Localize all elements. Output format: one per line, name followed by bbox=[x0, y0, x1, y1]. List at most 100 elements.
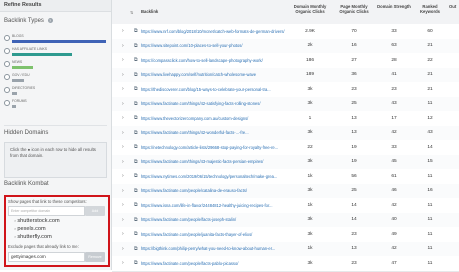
backlink-url[interactable]: https://www.factinate.com/things/42-wond… bbox=[141, 130, 291, 135]
table-row[interactable]: › ⧉ https://bigthink.com/philip-perry/what… bbox=[112, 241, 459, 257]
expand-row-icon[interactable]: › bbox=[122, 231, 124, 237]
exclude-domain-input[interactable]: gettyimages.com bbox=[8, 252, 85, 262]
expand-row-icon[interactable]: › bbox=[122, 144, 124, 150]
backlink-url[interactable]: https://bigthink.com/philip-perry/what-y… bbox=[141, 246, 291, 251]
expand-row-icon[interactable]: › bbox=[122, 246, 124, 252]
table-row[interactable]: › ⧉ https://www.factinate.com/people/catal… bbox=[112, 183, 459, 199]
backlink-url[interactable]: https://netechnology.com/article-lists/2… bbox=[141, 145, 291, 150]
header-outbound[interactable]: Out bbox=[449, 4, 459, 9]
table-row[interactable]: › ⧉ https://www.thevectorizercompany.com.a… bbox=[112, 111, 459, 127]
add-competitor-button[interactable]: Add bbox=[85, 206, 105, 216]
table-row[interactable]: › ⧉ https://www.factinate.com/people/facts… bbox=[112, 212, 459, 228]
domain-monthly-clicks: 189 bbox=[305, 72, 314, 77]
external-link-icon[interactable]: ⧉ bbox=[134, 144, 138, 150]
external-link-icon[interactable]: ⧉ bbox=[134, 57, 138, 63]
page-monthly-clicks: 13 bbox=[351, 246, 357, 251]
header-backlink[interactable]: Backlink bbox=[141, 9, 201, 14]
expand-row-icon[interactable]: › bbox=[122, 130, 124, 136]
table-row[interactable]: › ⧉ https://www.nytimes.com/2019/06/15/tec… bbox=[112, 169, 459, 185]
ranked-keywords: 11 bbox=[427, 173, 433, 179]
remove-competitor-icon[interactable]: × bbox=[14, 234, 16, 239]
radio-icon[interactable] bbox=[4, 87, 10, 93]
external-link-icon[interactable]: ⧉ bbox=[134, 130, 138, 136]
radio-icon[interactable] bbox=[4, 74, 10, 80]
backlink-type-option[interactable]: DIRECTORIES bbox=[4, 86, 108, 99]
header-domain-strength[interactable]: Domain Strength bbox=[376, 4, 412, 9]
expand-row-icon[interactable]: › bbox=[122, 173, 124, 179]
external-link-icon[interactable]: ⧉ bbox=[134, 188, 138, 194]
backlink-url[interactable]: https://www.isna.com/life-in-flavor/2448… bbox=[141, 203, 291, 208]
table-row[interactable]: › ⧉ https://www.factinate.com/things/42-wo… bbox=[112, 125, 459, 141]
external-link-icon[interactable]: ⧉ bbox=[134, 159, 138, 165]
table-row[interactable]: › ⧉ https://www.factinate.com/people/juani… bbox=[112, 227, 459, 243]
radio-icon[interactable] bbox=[4, 35, 10, 41]
backlink-url[interactable]: https://www.factinate.com/people/facts-j… bbox=[141, 217, 291, 222]
backlink-url[interactable]: https://www.livehappy.com/self/nutrition… bbox=[141, 72, 291, 77]
table-row[interactable]: › ⧉ https://www.sitepoint.com/10-places-to… bbox=[112, 38, 459, 54]
backlink-url[interactable]: https://www.nrf.com/blog/2018/10/mcnet/c… bbox=[141, 29, 291, 34]
remove-competitor-icon[interactable]: × bbox=[14, 218, 16, 223]
backlink-url[interactable]: https://www.factinate.com/things/43-maje… bbox=[141, 159, 291, 164]
table-row[interactable]: › ⧉ https://www.factinate.com/things/43-ma… bbox=[112, 154, 459, 170]
backlink-url[interactable]: https://www.sitepoint.com/10-places-to-s… bbox=[141, 43, 291, 48]
backlink-type-option[interactable]: FORUMS bbox=[4, 99, 108, 112]
external-link-icon[interactable]: ⧉ bbox=[134, 115, 138, 121]
expand-row-icon[interactable]: › bbox=[122, 57, 124, 63]
external-link-icon[interactable]: ⧉ bbox=[134, 43, 138, 49]
external-link-icon[interactable]: ⧉ bbox=[134, 86, 138, 92]
help-icon[interactable]: ? bbox=[47, 18, 53, 23]
table-row[interactable]: › ⧉ https://www.factinate.com/people/facts… bbox=[112, 256, 459, 272]
radio-icon[interactable] bbox=[4, 100, 10, 106]
expand-row-icon[interactable]: › bbox=[122, 188, 124, 194]
backlink-url[interactable]: https://www.factinate.com/people/catalin… bbox=[141, 188, 291, 193]
backlink-url[interactable]: https://www.nytimes.com/2019/06/15/techn… bbox=[141, 174, 291, 179]
domain-strength: 46 bbox=[391, 188, 397, 193]
external-link-icon[interactable]: ⧉ bbox=[134, 260, 138, 266]
expand-row-icon[interactable]: › bbox=[122, 72, 124, 78]
backlink-type-option[interactable]: HAS AFFILIATE LINKS bbox=[4, 47, 108, 60]
expand-row-icon[interactable]: › bbox=[122, 43, 124, 49]
external-link-icon[interactable]: ⧉ bbox=[134, 217, 138, 223]
header-ranked-keywords[interactable]: Ranked Keywords bbox=[412, 4, 448, 14]
external-link-icon[interactable]: ⧉ bbox=[134, 72, 138, 78]
backlink-url[interactable]: https://thediscoverer.com/blog/15-ways-t… bbox=[141, 87, 291, 92]
backlink-url[interactable]: https://compassclick.com/how-to-sell-lan… bbox=[141, 58, 291, 63]
header-domain-monthly-clicks[interactable]: Domain Monthly Organic Clicks bbox=[290, 4, 330, 14]
external-link-icon[interactable]: ⧉ bbox=[134, 246, 138, 252]
expand-row-icon[interactable]: › bbox=[122, 260, 124, 266]
backlink-type-option[interactable]: GOV / EDU bbox=[4, 73, 108, 86]
table-row[interactable]: › ⧉ https://thediscoverer.com/blog/15-ways… bbox=[112, 82, 459, 98]
expand-row-icon[interactable]: › bbox=[122, 86, 124, 92]
page-monthly-clicks: 23 bbox=[351, 86, 357, 92]
external-link-icon[interactable]: ⧉ bbox=[134, 101, 138, 107]
backlink-url[interactable]: https://www.thevectorizercompany.com.au/… bbox=[141, 116, 291, 121]
expand-row-icon[interactable]: › bbox=[122, 28, 124, 34]
external-link-icon[interactable]: ⧉ bbox=[134, 28, 138, 34]
competitor-domain-input[interactable]: Enter competitor domain bbox=[8, 206, 85, 216]
expand-row-icon[interactable]: › bbox=[122, 101, 124, 107]
backlink-url[interactable]: https://www.factinate.com/people/facts-p… bbox=[141, 261, 291, 266]
table-row[interactable]: › ⧉ https://www.isna.com/life-in-flavor/24… bbox=[112, 198, 459, 214]
expand-row-icon[interactable]: › bbox=[122, 217, 124, 223]
external-link-icon[interactable]: ⧉ bbox=[134, 173, 138, 179]
backlink-type-option[interactable]: BLOGS bbox=[4, 34, 108, 47]
backlink-url[interactable]: https://www.factinate.com/things/42-sati… bbox=[141, 101, 291, 106]
table-row[interactable]: › ⧉ https://www.factinate.com/things/42-sa… bbox=[112, 96, 459, 112]
backlink-type-option[interactable]: NEWS bbox=[4, 60, 108, 73]
expand-row-icon[interactable]: › bbox=[122, 202, 124, 208]
expand-row-icon[interactable]: › bbox=[122, 115, 124, 121]
table-row[interactable]: › ⧉ https://www.nrf.com/blog/2018/10/mcnet… bbox=[112, 24, 459, 40]
sort-icon[interactable]: ⇅ bbox=[130, 10, 133, 15]
radio-icon[interactable] bbox=[4, 48, 10, 54]
table-row[interactable]: › ⧉ https://netechnology.com/article-lists… bbox=[112, 140, 459, 156]
external-link-icon[interactable]: ⧉ bbox=[134, 231, 138, 237]
radio-icon[interactable] bbox=[4, 61, 10, 67]
header-page-monthly-clicks[interactable]: Page Monthly Organic Clicks bbox=[334, 4, 374, 14]
remove-competitor-icon[interactable]: × bbox=[14, 226, 16, 231]
expand-row-icon[interactable]: › bbox=[122, 159, 124, 165]
table-row[interactable]: › ⧉ https://www.livehappy.com/self/nutriti… bbox=[112, 67, 459, 83]
backlink-url[interactable]: https://www.factinate.com/people/juanita… bbox=[141, 232, 291, 237]
remove-exclude-button[interactable]: Remove bbox=[85, 252, 105, 262]
table-row[interactable]: › ⧉ https://compassclick.com/how-to-sell-l… bbox=[112, 53, 459, 69]
external-link-icon[interactable]: ⧉ bbox=[134, 202, 138, 208]
